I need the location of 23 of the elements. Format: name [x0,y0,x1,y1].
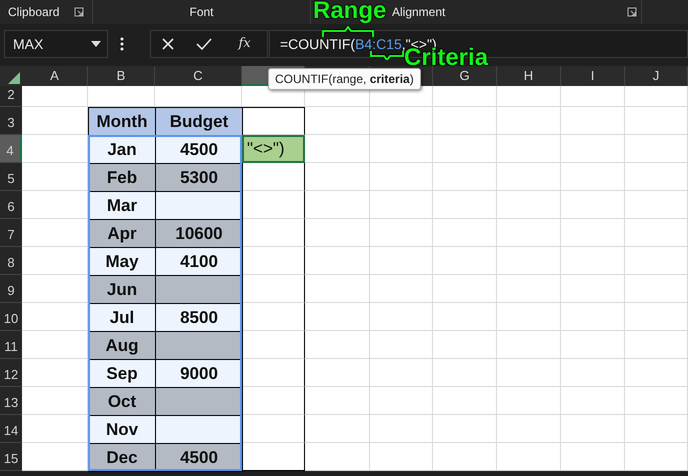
table-cell: Mar [88,191,156,220]
table-cell: Oct [88,387,156,416]
table-cell: 10600 [155,219,243,248]
table-cell: May [88,247,156,276]
table-cell: Sep [88,359,156,388]
function-tooltip: COUNTIF(range, criteria) [268,68,421,90]
table-header-cell: Budget [155,107,243,136]
table-cell: 8500 [155,303,243,332]
table-cell: 9000 [155,359,243,388]
ribbon-group-label: Clipboard [8,4,60,21]
annotation-label: Range [313,0,386,23]
table-cell: 5300 [155,163,243,192]
ribbon-group-label: Alignment [392,4,446,21]
table-cell: 4500 [155,443,243,472]
table-header-cell: Month [88,107,156,136]
table-cell: Feb [88,163,156,192]
table-cell: 4100 [155,247,243,276]
table-cell: Jun [88,275,156,304]
ribbon-group-label: Font [189,4,214,21]
table-cell: Apr [88,219,156,248]
table-cell: Aug [88,331,156,360]
table-cell: Nov [88,415,156,444]
table-cell: Jul [88,303,156,332]
